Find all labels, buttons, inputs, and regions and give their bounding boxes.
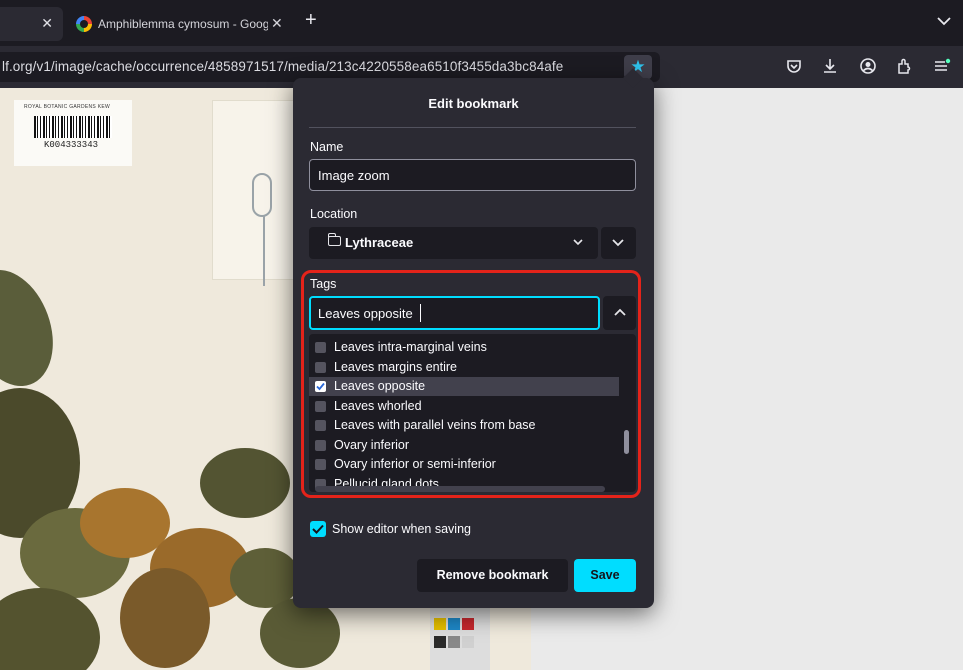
account-icon[interactable]: [859, 57, 879, 77]
tag-checkbox[interactable]: [315, 459, 326, 470]
tag-list-item[interactable]: Leaves intra-marginal veins: [309, 338, 619, 357]
tags-label: Tags: [310, 277, 337, 291]
list-all-tabs-button[interactable]: [937, 13, 951, 31]
folder-icon: [327, 233, 341, 246]
tag-checkbox[interactable]: [315, 342, 326, 353]
chevron-down-icon: [612, 239, 624, 247]
tag-checkbox[interactable]: [315, 400, 326, 412]
url-text[interactable]: lf.org/v1/image/cache/occurrence/4858971…: [2, 59, 563, 74]
leaf: [0, 588, 100, 670]
location-value: Lythraceae: [345, 235, 414, 250]
divider: [309, 127, 636, 128]
location-select[interactable]: Lythraceae: [309, 227, 598, 259]
tag-label: Leaves opposite: [334, 379, 426, 393]
clip-stem: [263, 216, 265, 286]
tag-list-item[interactable]: Ovary inferior or semi-inferior: [309, 455, 619, 474]
app-menu-icon[interactable]: [933, 57, 953, 77]
leaf: [260, 598, 340, 668]
tags-input[interactable]: Leaves opposite: [309, 296, 600, 330]
new-tab-button[interactable]: +: [305, 9, 317, 32]
tags-list-scrollbar[interactable]: [624, 430, 629, 454]
remove-bookmark-button[interactable]: Remove bookmark: [417, 559, 568, 592]
edit-bookmark-panel: Edit bookmark Name Image zoom Location L…: [293, 68, 654, 608]
checkmark-icon: [312, 524, 324, 534]
pocket-icon[interactable]: [785, 57, 805, 77]
tag-list-item[interactable]: Leaves whorled: [309, 397, 619, 416]
checkmark-icon: [316, 382, 325, 391]
show-editor-label: Show editor when saving: [332, 522, 471, 536]
leaf: [0, 257, 69, 399]
tags-input-value: Leaves opposite: [318, 306, 413, 321]
location-label: Location: [310, 207, 358, 221]
tab-previous[interactable]: ✕: [0, 7, 63, 41]
barcode-label: ROYAL BOTANIC GARDENS KEW K004333343: [14, 100, 132, 166]
institution-text: ROYAL BOTANIC GARDENS KEW: [24, 104, 111, 110]
tag-label: Leaves margins entire: [334, 359, 457, 374]
google-favicon-icon: [76, 16, 92, 32]
leaf: [120, 568, 210, 668]
barcode-number: K004333343: [44, 140, 99, 150]
tag-label: Ovary inferior or semi-inferior: [334, 457, 496, 471]
name-field[interactable]: Image zoom: [309, 159, 636, 191]
tag-list-item[interactable]: Leaves with parallel veins from base: [309, 416, 619, 435]
extensions-icon[interactable]: [896, 57, 916, 77]
tab-active[interactable]: Amphiblemma cymosum - Goog ✕: [66, 7, 291, 41]
tab-strip: ✕ Amphiblemma cymosum - Goog ✕ +: [0, 0, 963, 46]
tag-checkbox[interactable]: [315, 381, 326, 392]
panel-title: Edit bookmark: [428, 96, 519, 111]
chevron-up-icon: [614, 308, 626, 316]
tags-list-collapse-button[interactable]: [603, 296, 636, 330]
folder-tree-expander-button[interactable]: [601, 227, 636, 259]
tag-checkbox[interactable]: [315, 439, 326, 451]
name-field-value: Image zoom: [318, 168, 390, 183]
tag-label: Leaves intra-marginal veins: [334, 340, 487, 354]
tags-list[interactable]: Pellucid gland dots Ovary inferior or sem…: [309, 334, 636, 492]
tag-list-item[interactable]: Leaves opposite: [309, 377, 619, 396]
save-button[interactable]: Save: [574, 559, 636, 592]
tag-label: Leaves whorled: [334, 398, 422, 413]
barcode-icon: [34, 116, 112, 138]
leaf: [200, 448, 290, 518]
clip-icon: [252, 173, 272, 217]
downloads-icon[interactable]: [821, 57, 841, 77]
show-editor-checkbox[interactable]: [310, 521, 326, 537]
tab-close-icon[interactable]: ✕: [41, 15, 53, 32]
chevron-down-icon: [573, 239, 583, 246]
tag-list-item[interactable]: Leaves margins entire: [309, 358, 619, 377]
tab-title: Amphiblemma cymosum - Goog: [98, 17, 268, 31]
tag-list-item[interactable]: Ovary inferior: [309, 436, 619, 455]
tag-checkbox[interactable]: [315, 420, 326, 431]
tab-close-icon[interactable]: ✕: [271, 15, 283, 32]
chevron-down-icon: [937, 17, 951, 26]
name-label: Name: [310, 140, 344, 154]
tag-checkbox[interactable]: [315, 361, 326, 373]
color-calibration-bar: [430, 608, 490, 670]
tag-label: Ovary inferior: [334, 437, 410, 452]
browser-window: ✕ Amphiblemma cymosum - Goog ✕ + lf.org/…: [0, 0, 963, 670]
tags-list-horizontal-scrollbar[interactable]: [315, 486, 605, 492]
text-cursor: [420, 304, 421, 322]
tag-label: Leaves with parallel veins from base: [334, 418, 536, 432]
